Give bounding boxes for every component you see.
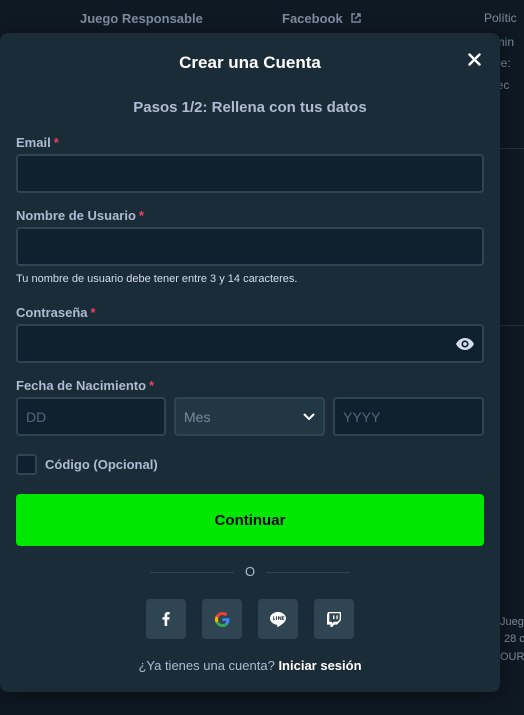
login-link[interactable]: Iniciar sesión xyxy=(278,658,361,673)
login-prompt: ¿Ya tienes una cuenta? Iniciar sesión xyxy=(0,658,500,673)
required-mark: * xyxy=(53,135,59,150)
email-label: Email * xyxy=(16,135,59,150)
signup-modal: Crear una Cuenta Pasos 1/2: Rellena con … xyxy=(0,33,500,692)
code-checkbox-label[interactable]: Código (Opcional) xyxy=(45,457,158,472)
password-input[interactable] xyxy=(16,324,484,363)
required-mark: * xyxy=(90,305,96,320)
facebook-icon xyxy=(162,612,170,626)
external-link-icon xyxy=(351,13,362,23)
twitch-icon xyxy=(327,611,341,627)
dob-day-input[interactable]: DD xyxy=(16,397,166,436)
username-label: Nombre de Usuario * xyxy=(16,208,144,223)
required-mark: * xyxy=(149,378,155,393)
close-icon xyxy=(467,52,481,66)
bg-divider xyxy=(500,325,524,326)
bg-divider xyxy=(500,148,524,149)
google-icon xyxy=(214,611,229,627)
toggle-password-visibility[interactable] xyxy=(454,333,476,355)
bg-text: 28 c xyxy=(504,633,524,645)
line-login-button[interactable] xyxy=(258,599,298,639)
dob-month-value: Mes xyxy=(184,408,211,425)
close-button[interactable] xyxy=(462,47,486,71)
facebook-login-button[interactable] xyxy=(146,599,186,639)
bg-text: Jueg xyxy=(500,616,524,628)
dob-day-placeholder: DD xyxy=(26,408,47,425)
continue-button[interactable]: Continuar xyxy=(16,494,484,546)
twitch-login-button[interactable] xyxy=(314,599,354,639)
dob-month-select[interactable]: Mes xyxy=(174,397,325,436)
password-label: Contraseña * xyxy=(16,305,96,320)
or-divider-text: O xyxy=(244,564,256,579)
bg-text[interactable]: Polític xyxy=(484,11,517,25)
google-login-button[interactable] xyxy=(202,599,242,639)
bg-link-juego-responsable[interactable]: Juego Responsable xyxy=(80,11,203,26)
dob-year-input[interactable]: YYYY xyxy=(333,397,484,436)
dob-label: Fecha de Nacimiento * xyxy=(16,378,155,393)
bg-text: OURT xyxy=(500,651,524,663)
required-mark: * xyxy=(138,208,144,223)
email-input[interactable] xyxy=(16,154,484,193)
bg-link-facebook[interactable]: Facebook xyxy=(282,11,362,26)
code-checkbox[interactable] xyxy=(16,454,37,475)
chevron-down-icon xyxy=(303,413,315,421)
username-input[interactable] xyxy=(16,227,484,266)
username-hint: Tu nombre de usuario debe tener entre 3 … xyxy=(16,273,298,285)
line-icon xyxy=(270,611,286,627)
modal-title: Crear una Cuenta xyxy=(179,53,321,72)
step-indicator: Pasos 1/2: Rellena con tus datos xyxy=(133,99,367,116)
login-question: ¿Ya tienes una cuenta? xyxy=(138,658,275,673)
eye-icon xyxy=(456,338,474,350)
dob-year-placeholder: YYYY xyxy=(343,408,381,425)
